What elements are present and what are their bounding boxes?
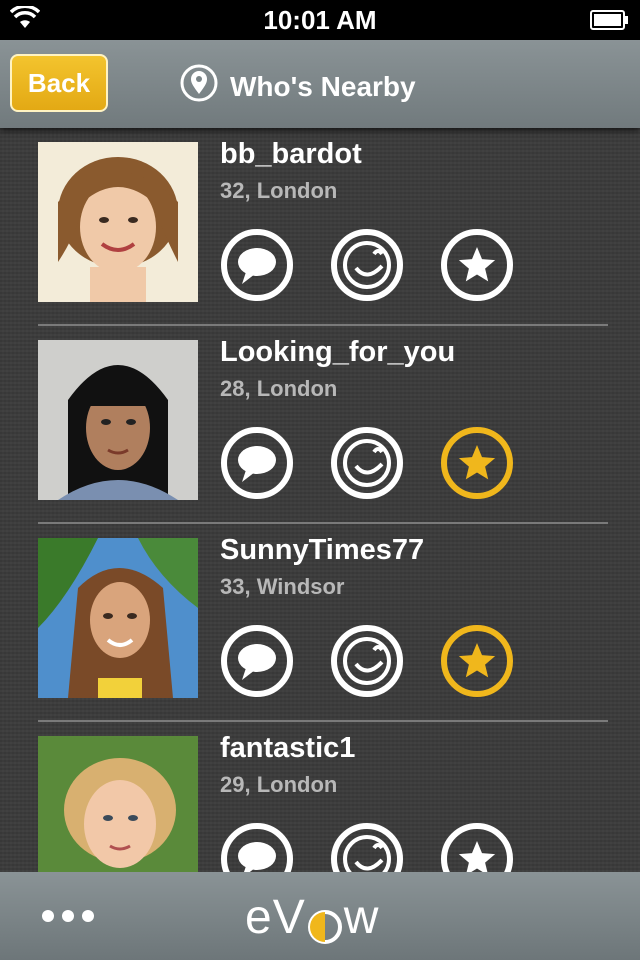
star-icon[interactable] (440, 426, 514, 500)
profile-photo[interactable] (38, 538, 198, 698)
profile-actions (220, 822, 520, 872)
more-icon[interactable] (40, 900, 96, 937)
evow-logo: eV w (245, 890, 379, 945)
profile-photo[interactable] (38, 340, 198, 500)
logo-text-right: w (343, 891, 380, 944)
profile-meta: 29, London (220, 772, 338, 797)
star-icon[interactable] (440, 624, 514, 698)
chat-icon[interactable] (220, 426, 294, 500)
profile-name[interactable]: Looking_for_you (220, 336, 455, 369)
star-icon[interactable] (440, 228, 514, 302)
profile-photo[interactable] (38, 142, 198, 302)
chat-icon[interactable] (220, 228, 294, 302)
list-item[interactable]: fantastic1 29, London (0, 722, 640, 872)
star-icon[interactable] (440, 822, 514, 872)
wink-icon[interactable] (330, 822, 404, 872)
profile-name[interactable]: SunnyTimes77 (220, 534, 424, 567)
status-bar: 10:01 AM (0, 0, 640, 40)
footer-bar: eV w (0, 872, 640, 960)
profile-photo[interactable] (38, 736, 198, 872)
chat-icon[interactable] (220, 624, 294, 698)
page-title: Who's Nearby (180, 64, 416, 109)
location-pin-icon (180, 64, 230, 109)
page-title-text: Who's Nearby (230, 70, 416, 102)
profile-name[interactable]: fantastic1 (220, 732, 355, 765)
logo-text-left: eV (245, 891, 306, 944)
profile-actions (220, 228, 520, 304)
list-item[interactable]: Looking_for_you 28, London (0, 326, 640, 524)
list-item[interactable]: SunnyTimes77 33, Windsor (0, 524, 640, 722)
battery-icon (590, 9, 630, 36)
profile-actions (220, 624, 520, 700)
profile-meta: 32, London (220, 178, 338, 203)
list-item[interactable]: bb_bardot 32, London (0, 128, 640, 326)
profile-meta: 28, London (220, 376, 338, 401)
profile-actions (220, 426, 520, 502)
wink-icon[interactable] (330, 426, 404, 500)
status-time: 10:01 AM (263, 5, 377, 35)
back-button[interactable]: Back (10, 54, 108, 112)
profile-meta: 33, Windsor (220, 574, 345, 599)
wink-icon[interactable] (330, 228, 404, 302)
nav-bar: Back Who's Nearby (0, 40, 640, 128)
profile-name[interactable]: bb_bardot (220, 138, 362, 171)
logo-o-icon (307, 901, 342, 944)
chat-icon[interactable] (220, 822, 294, 872)
wink-icon[interactable] (330, 624, 404, 698)
nearby-list[interactable]: bb_bardot 32, London Looking_for_you 28, Lo… (0, 128, 640, 872)
